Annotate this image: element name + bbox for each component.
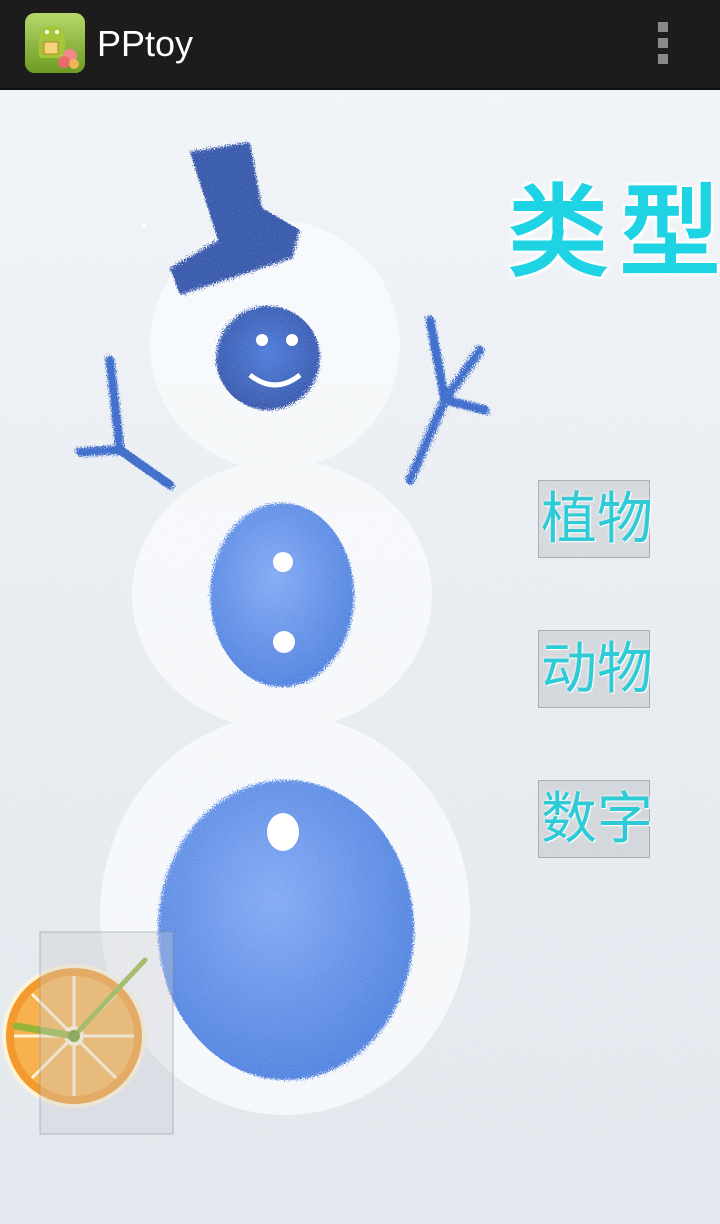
category-label-plants: 植物 <box>541 487 653 552</box>
orange-clock-icon[interactable] <box>0 930 176 1140</box>
snow-background: 类型 植物 动物 数字 <box>0 90 720 1224</box>
overflow-menu-icon[interactable] <box>648 16 678 70</box>
app-title: PPtoy <box>97 23 194 64</box>
category-label-numbers: 数字 <box>541 787 653 852</box>
action-bar: PPtoy <box>0 0 720 90</box>
category-button-plants[interactable]: 植物 <box>538 480 653 558</box>
category-heading: 类型 <box>508 174 720 291</box>
category-label-animals: 动物 <box>541 637 653 702</box>
android-robot-app-icon[interactable] <box>24 12 86 74</box>
category-button-animals[interactable]: 动物 <box>538 630 653 708</box>
category-button-numbers[interactable]: 数字 <box>538 780 653 858</box>
